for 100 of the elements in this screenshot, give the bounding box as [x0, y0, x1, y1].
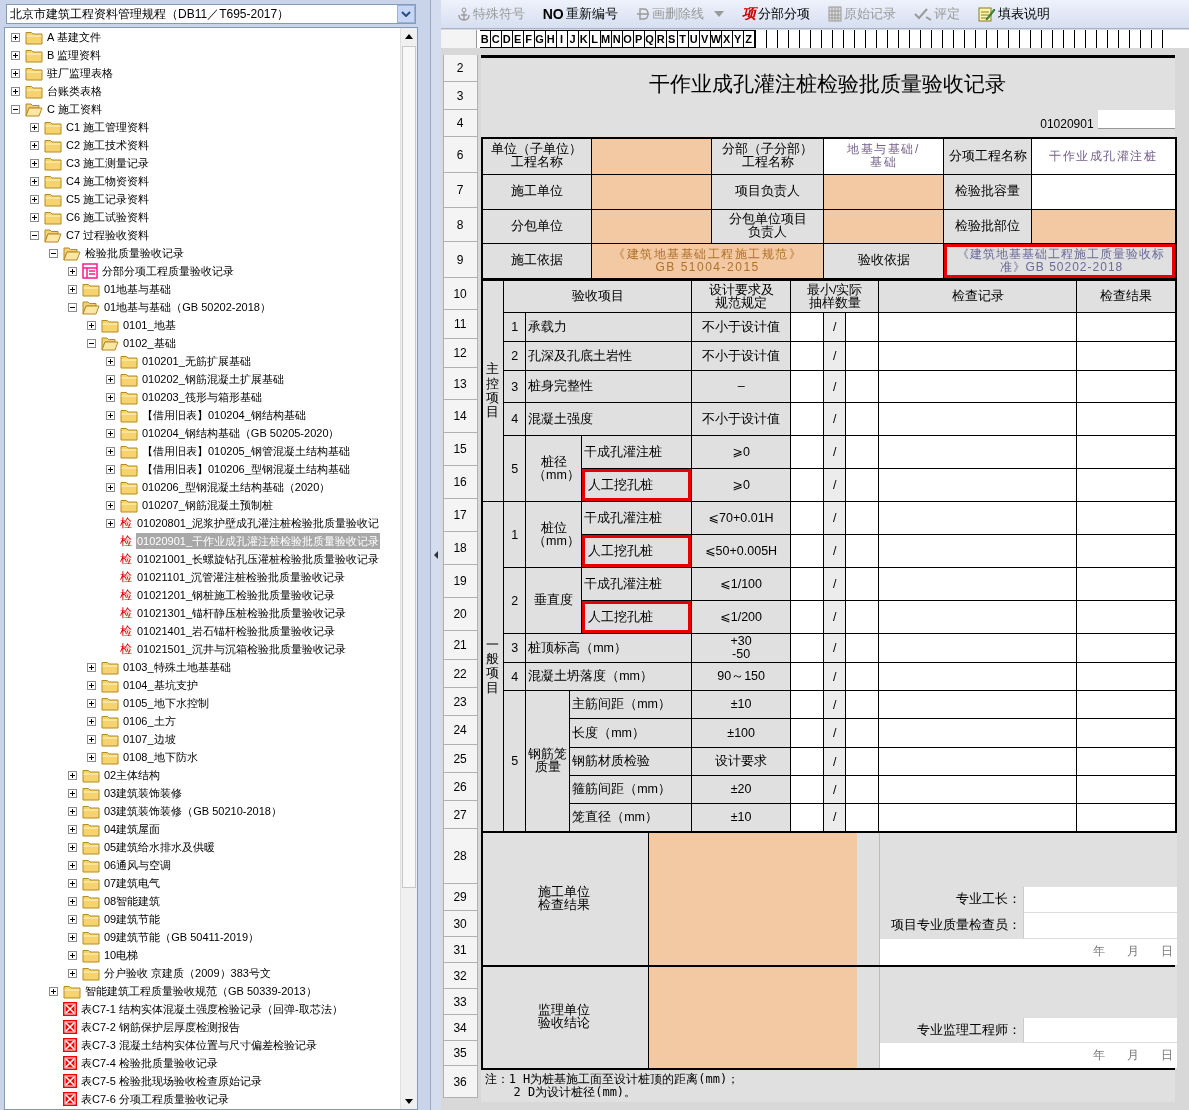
column-header[interactable]: F [523, 30, 535, 48]
expand-icon[interactable] [86, 662, 96, 672]
tree-item[interactable]: 【借用旧表】010204_钢结构基础 [141, 407, 307, 423]
tree-item[interactable]: B 监理资料 [46, 47, 103, 63]
tree-item[interactable]: 0107_边坡 [122, 731, 177, 747]
column-header[interactable]: V [699, 30, 711, 48]
expand-icon[interactable] [105, 428, 115, 438]
collapse-icon[interactable] [67, 302, 77, 312]
column-header[interactable]: O [622, 30, 634, 48]
column-header[interactable]: G [534, 30, 546, 48]
column-header[interactable]: L [589, 30, 601, 48]
tree-item[interactable]: 0106_土方 [122, 713, 177, 729]
tree-item[interactable]: 表C7-5 检验批现场验收检查原始记录 [80, 1073, 263, 1089]
tree-item[interactable]: 06通风与空调 [103, 857, 173, 873]
tree-item[interactable]: 07建筑电气 [103, 875, 162, 891]
scroll-down-icon[interactable] [404, 1098, 413, 1104]
expand-icon[interactable] [105, 464, 115, 474]
tree-item[interactable]: 010201_无筋扩展基础 [141, 353, 252, 369]
tree-item[interactable]: 0102_基础 [122, 335, 177, 351]
tree-item[interactable]: 01地基与基础（GB 50202-2018） [103, 299, 272, 315]
scrollbar[interactable] [399, 28, 417, 1109]
input-field[interactable] [1097, 110, 1175, 129]
expand-icon[interactable] [48, 986, 58, 996]
expand-icon[interactable] [86, 698, 96, 708]
column-header[interactable]: K [578, 30, 590, 48]
tree-item[interactable]: C7 过程验收资料 [65, 227, 151, 243]
tree-item[interactable]: 0103_特殊土地基基础 [122, 659, 232, 675]
tree-item[interactable]: 010203_筏形与箱形基础 [141, 389, 263, 405]
column-header[interactable]: H [545, 30, 557, 48]
column-header[interactable]: P [633, 30, 645, 48]
expand-icon[interactable] [29, 140, 39, 150]
select-all-corner[interactable] [440, 30, 477, 48]
column-header[interactable]: M [600, 30, 612, 48]
expand-icon[interactable] [105, 356, 115, 366]
tree-item[interactable]: 09建筑节能（GB 50411-2019） [103, 929, 261, 945]
column-header[interactable]: C [490, 30, 502, 48]
expand-icon[interactable] [29, 176, 39, 186]
expand-icon[interactable] [67, 284, 77, 294]
tree-item[interactable]: 0101_地基 [122, 317, 177, 333]
expand-icon[interactable] [105, 410, 115, 420]
tree-item[interactable]: 表C7-1 结构实体混凝土强度检验记录（回弹-取芯法） [80, 1001, 344, 1017]
tree-item[interactable]: 智能建筑工程质量验收规范（GB 50339-2013） [84, 983, 318, 999]
tree-item[interactable]: C4 施工物资资料 [65, 173, 151, 189]
tree-item[interactable]: 检验批质量验收记录 [84, 245, 185, 261]
column-header[interactable]: B [479, 30, 491, 48]
expand-icon[interactable] [67, 914, 77, 924]
tree-item[interactable]: 05建筑给水排水及供暖 [103, 839, 217, 855]
collapse-icon[interactable] [10, 104, 20, 114]
tree-item[interactable]: 【借用旧表】010205_钢管混凝土结构基础 [141, 443, 351, 459]
expand-icon[interactable] [105, 482, 115, 492]
expand-icon[interactable] [67, 770, 77, 780]
tree-item[interactable]: 表C7-4 检验批质量验收记录 [80, 1055, 219, 1071]
collapse-icon[interactable] [86, 338, 96, 348]
tree-item[interactable]: 01020801_泥浆护壁成孔灌注桩检验批质量验收记 [136, 515, 381, 531]
tree-item[interactable]: 03建筑装饰装修（GB 50210-2018） [103, 803, 283, 819]
tree-item[interactable]: 01021501_沉井与沉箱检验批质量验收记录 [136, 641, 348, 657]
expand-icon[interactable] [67, 950, 77, 960]
column-header[interactable]: W [710, 30, 722, 48]
column-header[interactable]: J [567, 30, 579, 48]
tree-item[interactable]: 表C7-3 混凝土结构实体位置与尺寸偏差检验记录 [80, 1037, 318, 1053]
expand-icon[interactable] [10, 50, 20, 60]
tree-item[interactable]: C5 施工记录资料 [65, 191, 151, 207]
column-header[interactable]: T [677, 30, 689, 48]
tree-item[interactable]: C6 施工试验资料 [65, 209, 151, 225]
expand-icon[interactable] [10, 68, 20, 78]
tree-item[interactable]: 【借用旧表】010206_型钢混凝土结构基础 [141, 461, 351, 477]
toolbar-button[interactable]: 项分部分项 [739, 3, 812, 25]
expand-icon[interactable] [10, 32, 20, 42]
expand-icon[interactable] [67, 932, 77, 942]
expand-icon[interactable] [10, 86, 20, 96]
tree-item[interactable]: 台账类表格 [46, 83, 103, 99]
tree-item[interactable]: C 施工资料 [46, 101, 103, 117]
expand-icon[interactable] [29, 212, 39, 222]
expand-icon[interactable] [86, 734, 96, 744]
expand-icon[interactable] [105, 374, 115, 384]
tree-item[interactable]: 分户验收 京建质（2009）383号文 [103, 965, 272, 981]
expand-icon[interactable] [86, 716, 96, 726]
input-field[interactable] [591, 138, 712, 174]
expand-icon[interactable] [105, 518, 115, 528]
tree-item[interactable]: 010202_钢筋混凝土扩展基础 [141, 371, 285, 387]
tree-item[interactable]: 01021401_岩石锚杆检验批质量验收记录 [136, 623, 337, 639]
collapse-left-icon[interactable] [433, 551, 438, 559]
column-header[interactable]: I [556, 30, 568, 48]
expand-icon[interactable] [67, 806, 77, 816]
tree-item[interactable]: A 基建文件 [46, 29, 102, 45]
tree-item[interactable]: 01021001_长螺旋钻孔压灌桩检验批质量验收记录 [136, 551, 381, 567]
tree-item[interactable]: C2 施工技术资料 [65, 137, 151, 153]
column-header[interactable]: N [611, 30, 623, 48]
tree-item[interactable]: 01021101_沉管灌注桩检验批质量验收记录 [136, 569, 347, 585]
expand-icon[interactable] [67, 824, 77, 834]
column-header[interactable]: E [512, 30, 524, 48]
tree-item[interactable]: 01021301_锚杆静压桩检验批质量验收记录 [136, 605, 348, 621]
expand-icon[interactable] [67, 968, 77, 978]
input-field[interactable] [591, 174, 712, 209]
expand-icon[interactable] [105, 446, 115, 456]
tree-item[interactable]: 08智能建筑 [103, 893, 162, 909]
input-field[interactable] [591, 209, 712, 243]
tree-item[interactable]: 09建筑节能 [103, 911, 162, 927]
expand-icon[interactable] [105, 392, 115, 402]
expand-icon[interactable] [67, 788, 77, 798]
